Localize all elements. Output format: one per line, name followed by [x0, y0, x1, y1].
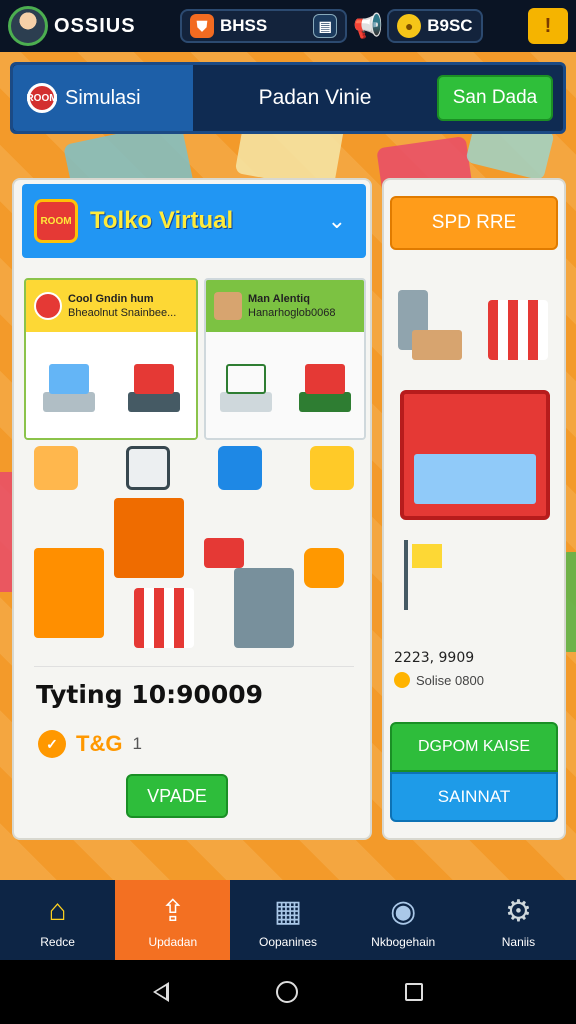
home-icon[interactable] — [275, 981, 298, 1003]
ticket-icon[interactable] — [304, 548, 344, 588]
coin-icon: ● — [397, 14, 422, 38]
nav-item-nkbogehain[interactable]: ◉ Nkbogehain — [346, 880, 461, 960]
shop-card-1[interactable]: Cool Gndin hum Bheaolnut Snainbee... — [24, 278, 198, 440]
back-icon[interactable] — [153, 982, 170, 1002]
cash-register-icon[interactable] — [218, 446, 262, 490]
recent-apps-icon[interactable] — [404, 983, 423, 1001]
stat-secondary-label: Solise 0800 — [416, 672, 484, 688]
level-icon: ✓ — [38, 730, 66, 758]
shop-title: Tolko Virtual — [90, 207, 234, 234]
update-button[interactable]: VPADE — [126, 774, 228, 818]
shelf-illustration-icon — [39, 356, 99, 416]
market-stall-icon — [295, 356, 355, 416]
supermarket-building-icon[interactable] — [400, 390, 550, 520]
player-name: OSSIUS — [54, 14, 136, 37]
knowledge-icon: ◉ — [390, 894, 417, 928]
update-icon: ⇪ — [160, 894, 186, 928]
level-label: T&G — [76, 731, 123, 756]
awning-stall-icon[interactable] — [134, 588, 194, 648]
level-row: ✓ T&G 1 — [38, 730, 142, 758]
house-icon: ⌂ — [48, 894, 67, 927]
shop-icon — [488, 300, 548, 360]
cart-item-icon[interactable] — [34, 446, 78, 490]
nav-label: Nkbogehain — [371, 935, 436, 949]
crate-icon — [412, 330, 462, 360]
alert-button[interactable]: ! — [528, 8, 568, 44]
top-status-bar: OSSIUS ⛊ BHSS ▤ 📢 ● B9SC ! — [0, 0, 576, 52]
nav-label: Updadan — [148, 935, 198, 949]
speed-button[interactable]: SPD RRE — [390, 196, 558, 250]
stat-secondary: Solise 0800 — [394, 672, 484, 688]
shield-icon: ⛊ — [190, 14, 214, 38]
megaphone-icon[interactable]: 📢 — [353, 12, 383, 41]
shop-card-2[interactable]: Man Alentiq Hanarhoglob0068 — [204, 278, 366, 440]
card1-title: Cool Gndin hum — [68, 293, 154, 305]
stall-illustrations — [34, 498, 354, 658]
shop-building-icon[interactable] — [114, 498, 184, 578]
nav-item-redce[interactable]: ⌂ Redce — [0, 880, 115, 960]
nav-item-oopanines[interactable]: ▦ Oopanines — [230, 880, 345, 960]
signpost-icon — [404, 540, 454, 610]
header-title: Padan Vinie — [258, 86, 372, 109]
card1-subtitle: Bheaolnut Snainbee... — [68, 307, 177, 319]
tablet-icon[interactable] — [126, 446, 170, 490]
card2-subtitle: Hanarhoglob0068 — [248, 307, 336, 319]
nav-label: Naniis — [501, 935, 536, 949]
level-number: 1 — [132, 734, 142, 753]
shop-dropdown[interactable]: ROOM Tolko Virtual ⌄ — [22, 184, 366, 258]
box-icon — [214, 292, 242, 320]
divider — [34, 666, 354, 667]
nav-label: Oopanines — [258, 935, 318, 949]
gear-icon: ⚙ — [504, 894, 532, 928]
shelving-unit-icon[interactable] — [234, 568, 294, 648]
blue-action-button[interactable]: SAINNAT — [390, 772, 558, 822]
green-action-button[interactable]: DGPOM KAISE — [390, 722, 558, 772]
small-cart-icon[interactable] — [204, 538, 244, 568]
resource2-value: B9SC — [427, 16, 473, 35]
nav-label: Redce — [40, 935, 75, 949]
document-icon: ▤ — [313, 14, 338, 38]
kiosk-icon[interactable] — [34, 548, 104, 638]
storefront-illustration-icon — [124, 356, 184, 416]
bottom-navigation: ⌂ Redce ⇪ Updadan ▦ Oopanines ◉ Nkbogeha… — [0, 880, 576, 960]
header-action-button[interactable]: San Dada — [437, 75, 553, 121]
resource-pill-1[interactable]: ⛊ BHSS ▤ — [180, 9, 348, 43]
basket-icon[interactable] — [310, 446, 354, 490]
nav-item-updadan[interactable]: ⇪ Updadan — [115, 880, 231, 960]
side-panel: SPD RRE 2223, 9909 Solise 0800 DGPOM KAI… — [382, 178, 566, 840]
card2-title: Man Alentiq — [248, 293, 310, 305]
total-value: Tyting 10:90009 — [36, 680, 264, 709]
avatar[interactable] — [8, 6, 48, 46]
no-entry-icon — [34, 292, 62, 320]
resource1-value: BHSS — [220, 16, 268, 35]
tab-simulasi[interactable]: ROOM Simulasi — [13, 65, 193, 131]
factory-illustration — [398, 270, 548, 370]
coin-icon — [394, 672, 410, 688]
shop-logo-icon: ROOM — [34, 199, 78, 243]
items-row — [34, 446, 354, 490]
simulation-badge-icon: ROOM — [26, 83, 58, 113]
chevron-down-icon[interactable]: ⌄ — [328, 208, 346, 234]
resource-pill-2[interactable]: ● B9SC — [387, 9, 483, 43]
system-navigation-bar — [0, 960, 576, 1024]
shopping-cart-icon — [216, 356, 276, 416]
shop-panel: ROOM Tolko Virtual ⌄ Cool Gndin hum Bhea… — [12, 178, 372, 840]
operations-icon: ▦ — [273, 894, 303, 928]
stat-values: 2223, 9909 — [394, 650, 475, 666]
nav-item-naniis[interactable]: ⚙ Naniis — [461, 880, 576, 960]
header-bar: ROOM Simulasi Padan Vinie San Dada — [10, 62, 566, 134]
tab-simulasi-label: Simulasi — [65, 86, 141, 109]
